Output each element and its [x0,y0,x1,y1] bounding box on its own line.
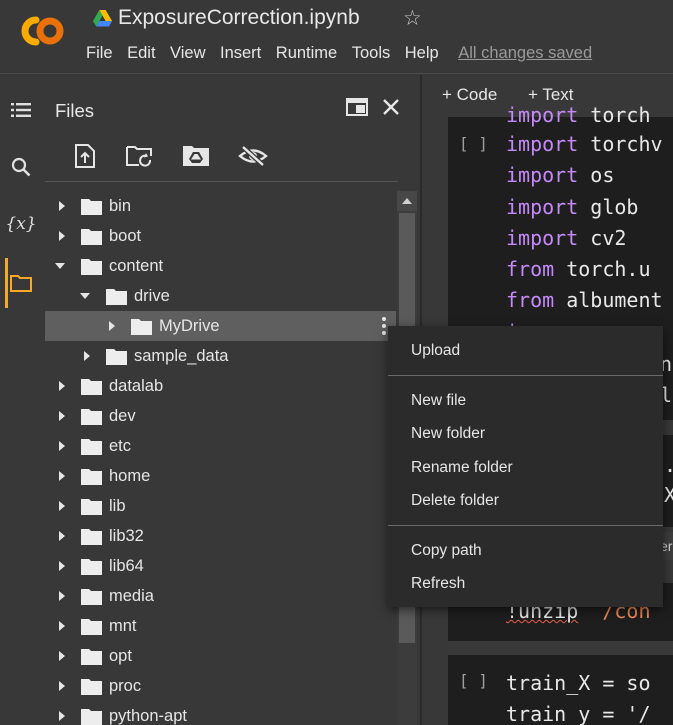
code-cell[interactable]: [ ] train_X = so train_y = '/ [448,655,673,725]
notebook-title[interactable]: ExposureCorrection.ipynb [118,6,360,30]
folder-icon[interactable] [0,263,42,303]
tree-item-sample-data[interactable]: sample_data [45,341,396,371]
file-tree: bin boot content drive MyDrive sample_da… [42,191,397,725]
code-line: import glob [506,195,639,219]
tree-item-bin[interactable]: bin [45,191,396,221]
tree-item-lib[interactable]: lib [45,491,396,521]
variables-icon[interactable]: {x} [0,204,42,244]
left-rail: {x} [0,75,42,725]
code-line: train_X = so [506,671,651,695]
menu-item-copy-path[interactable]: Copy path [411,542,482,560]
menu-item-rename-folder[interactable]: Rename folder [411,459,513,477]
menu-divider [388,525,663,526]
code-line: import torchv [506,132,663,156]
tree-item-label: lib [109,496,126,515]
tree-item-label: python-apt [109,706,187,725]
app-header: ExposureCorrection.ipynb ☆ File Edit Vie… [0,0,673,74]
toolbar-divider [45,181,398,182]
tree-item-label: home [109,466,151,485]
tree-item-drive[interactable]: drive [45,281,396,311]
refresh-folder-icon[interactable] [125,141,155,171]
tree-item-label: media [109,586,154,605]
code-line: train_y = '/ [506,702,651,725]
menu-item-new-folder[interactable]: New folder [411,425,485,443]
menu-item-upload[interactable]: Upload [411,342,460,360]
tree-item-lib64[interactable]: lib64 [45,551,396,581]
tree-item-dev[interactable]: dev [45,401,396,431]
code-line: from albument [506,288,663,312]
context-menu: Upload New file New folder Rename folder… [388,326,663,607]
tree-item-label: proc [109,676,142,695]
tree-item-label: lib32 [109,526,144,545]
scroll-up-icon[interactable] [397,191,417,211]
open-in-tab-icon[interactable] [344,94,370,120]
menu-file[interactable]: File [86,44,113,63]
menu-bar: File Edit View Insert Runtime Tools Help… [86,44,592,63]
menu-item-refresh[interactable]: Refresh [411,575,465,593]
code-line: import os [506,163,615,187]
tree-item-label: lib64 [109,556,144,575]
tree-item-label: sample_data [134,346,229,365]
tree-item-label: opt [109,646,132,665]
files-panel: Files bin boot content drive MyDrive sam… [42,75,420,725]
tree-item-label: datalab [109,376,164,395]
close-icon[interactable] [378,94,404,120]
tree-item-label: content [109,256,164,275]
colab-logo[interactable] [14,11,68,51]
tree-item-content[interactable]: content [45,251,396,281]
tree-item-label: bin [109,196,132,215]
menu-view[interactable]: View [170,44,205,63]
more-options-icon[interactable] [380,316,388,336]
tree-item-boot[interactable]: boot [45,221,396,251]
tree-item-mnt[interactable]: mnt [45,611,396,641]
menu-divider [388,375,663,376]
save-status-link[interactable]: All changes saved [458,44,592,63]
tree-item-label: boot [109,226,142,245]
menu-insert[interactable]: Insert [220,44,261,63]
tree-item-mydrive[interactable]: MyDrive [45,311,396,341]
tree-item-datalab[interactable]: datalab [45,371,396,401]
code-line: from torch.u [506,257,651,281]
menu-tools[interactable]: Tools [352,44,391,63]
menu-item-delete-folder[interactable]: Delete folder [411,492,499,510]
drive-icon [93,10,112,27]
tree-item-label: drive [134,286,170,305]
upload-file-icon[interactable] [70,141,100,171]
tree-item-opt[interactable]: opt [45,641,396,671]
tree-item-label: etc [109,436,132,455]
code-line: .c [664,453,673,477]
table-of-contents-icon[interactable] [0,90,42,130]
tree-item-label: MyDrive [159,316,220,335]
menu-edit[interactable]: Edit [127,44,155,63]
menu-item-new-file[interactable]: New file [411,392,466,410]
tree-item-media[interactable]: media [45,581,396,611]
tree-item-proc[interactable]: proc [45,671,396,701]
menu-runtime[interactable]: Runtime [276,44,337,63]
tree-item-etc[interactable]: etc [45,431,396,461]
tree-item-label: mnt [109,616,137,635]
menu-help[interactable]: Help [405,44,439,63]
code-line: import torch [506,103,651,127]
hide-files-icon[interactable] [238,141,268,171]
tree-item-python-apt[interactable]: python-apt [45,701,396,725]
tree-item-label: dev [109,406,136,425]
tree-item-lib32[interactable]: lib32 [45,521,396,551]
tree-item-home[interactable]: home [45,461,396,491]
add-code-button[interactable]: + Code [442,85,497,105]
star-icon[interactable]: ☆ [403,6,422,31]
run-cell-icon[interactable]: [ ] [459,134,488,153]
code-line: import cv2 [506,226,627,250]
code-line: X [664,483,673,507]
search-icon[interactable] [0,147,42,187]
add-text-button[interactable]: + Text [528,85,574,105]
files-panel-title: Files [55,100,95,121]
mount-drive-icon[interactable] [181,141,211,171]
run-cell-icon[interactable]: [ ] [459,671,488,690]
